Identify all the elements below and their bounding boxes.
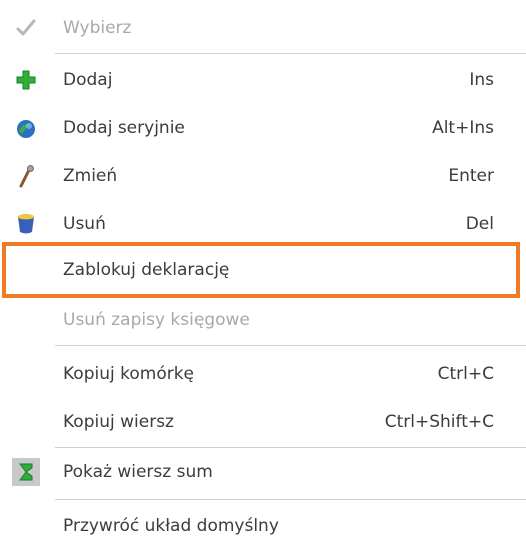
menu-item-shortcut: Ctrl+C (437, 364, 494, 384)
menu-item-label: Kopiuj wiersz (63, 412, 174, 432)
menu-separator (55, 499, 526, 500)
sum-icon (12, 458, 40, 486)
menu-item-label: Pokaż wiersz sum (63, 462, 213, 482)
menu-item-pokaz-wiersz-sum[interactable]: Pokaż wiersz sum (0, 452, 526, 492)
menu-item-shortcut: Enter (448, 166, 494, 186)
context-menu: Wybierz Dodaj Ins Dodaj seryjnie Alt+Ins (0, 0, 526, 540)
menu-item-label: Usuń zapisy księgowe (63, 310, 250, 330)
trash-icon (12, 210, 40, 238)
menu-item-label: Usuń (63, 214, 106, 234)
menu-item-zmien[interactable]: Zmień Enter (0, 156, 526, 196)
menu-item-label: Dodaj (63, 70, 113, 90)
plus-icon (12, 66, 40, 94)
menu-item-zablokuj-deklaracje[interactable]: Zablokuj deklarację (0, 250, 526, 290)
menu-item-usun-zapisy-ksiegowe: Usuń zapisy księgowe (0, 300, 526, 340)
pen-icon (12, 162, 40, 190)
menu-item-label: Zablokuj deklarację (63, 260, 230, 280)
menu-item-label: Kopiuj komórkę (63, 364, 195, 384)
menu-item-label: Dodaj seryjnie (63, 118, 185, 138)
menu-item-usun[interactable]: Usuń Del (0, 204, 526, 244)
menu-item-kopiuj-komorke[interactable]: Kopiuj komórkę Ctrl+C (0, 354, 526, 394)
menu-item-dodaj[interactable]: Dodaj Ins (0, 60, 526, 100)
menu-item-label: Zmień (63, 166, 118, 186)
menu-item-shortcut: Del (465, 214, 494, 234)
menu-separator (55, 53, 526, 54)
menu-item-wybierz: Wybierz (0, 8, 526, 48)
menu-item-label: Wybierz (63, 18, 132, 38)
menu-item-shortcut: Ctrl+Shift+C (384, 412, 494, 432)
menu-item-label: Przywróć układ domyślny (63, 516, 279, 536)
menu-item-kopiuj-wiersz[interactable]: Kopiuj wiersz Ctrl+Shift+C (0, 402, 526, 442)
menu-separator (55, 345, 526, 346)
menu-item-dodaj-seryjnie[interactable]: Dodaj seryjnie Alt+Ins (0, 108, 526, 148)
menu-item-shortcut: Alt+Ins (432, 118, 494, 138)
menu-item-shortcut: Ins (469, 70, 494, 90)
menu-separator (55, 447, 526, 448)
menu-item-przywroc-uklad-domyslny[interactable]: Przywróć układ domyślny (0, 506, 526, 540)
checkmark-icon (12, 14, 40, 42)
multi-add-icon (12, 114, 40, 142)
